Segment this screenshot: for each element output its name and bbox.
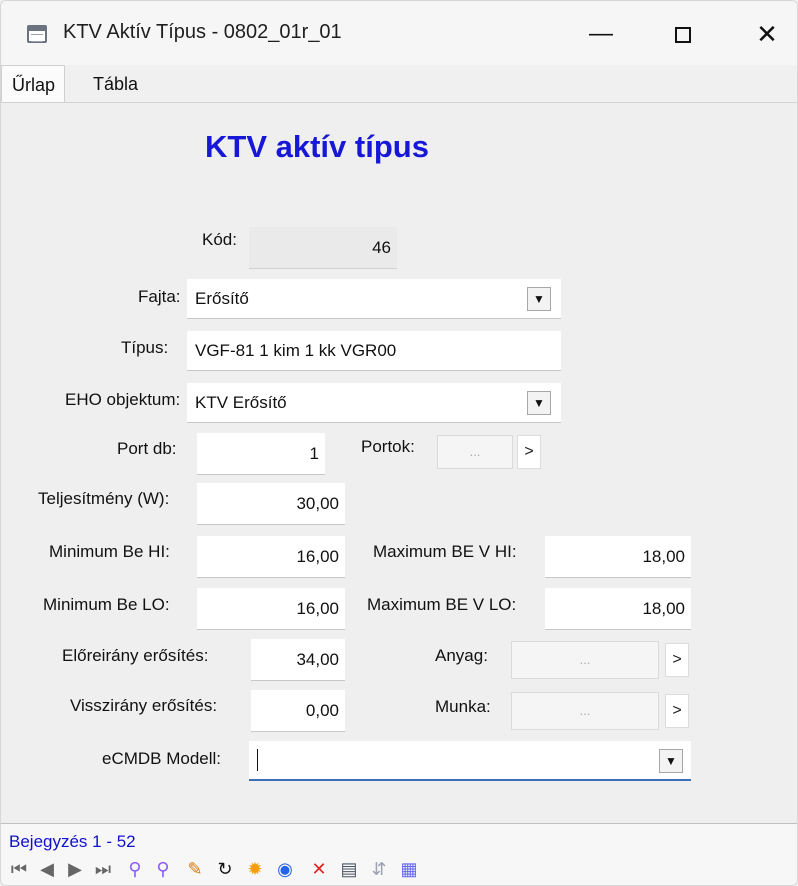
anyag-open-button[interactable]: > [665,643,689,677]
min-be-hi-label: Minimum Be HI: [49,542,170,561]
teljesitmeny-label: Teljesítmény (W): [38,489,170,508]
min-be-lo-input[interactable]: 16,00 [197,588,345,630]
close-button[interactable]: ✕ [747,19,787,49]
teljesitmeny-value: 30,00 [296,494,339,513]
munka-open-button[interactable]: > [665,694,689,728]
max-be-lo-input[interactable]: 18,00 [545,588,691,630]
tipus-label: Típus: [121,338,169,357]
portok-button[interactable]: ... [437,435,513,469]
fajta-select[interactable]: Erősítő ▼ [187,279,561,319]
fajta-dropdown-icon[interactable]: ▼ [527,287,551,311]
max-be-lo-label: Maximum BE V LO: [367,595,517,614]
print-icon[interactable]: ▤ [339,857,359,881]
port-db-label: Port db: [117,439,177,458]
kod-field: 46 [249,227,397,269]
edit-icon[interactable]: ✎ [185,857,205,881]
anyag-label: Anyag: [435,646,488,665]
tab-tabla[interactable]: Tábla [83,65,148,103]
tipus-value: VGF-81 1 kim 1 kk VGR00 [195,341,397,360]
port-db-input[interactable]: 1 [197,433,325,475]
filter-icon[interactable]: ⚲ [153,857,173,881]
portok-open-button[interactable]: > [517,435,541,469]
eho-select[interactable]: KTV Erősítő ▼ [187,383,561,423]
table-app-icon [27,25,47,43]
refresh-icon[interactable]: ↻ [215,857,235,881]
title-bar[interactable]: KTV Aktív Típus - 0802_01r_01 — ✕ [1,1,797,65]
ecmdb-label: eCMDB Modell: [102,749,222,768]
prev-record-icon[interactable]: ◀ [37,857,57,881]
delete-icon[interactable]: ✕ [309,857,329,881]
tab-urlap[interactable]: Űrlap [1,65,65,103]
eloreirany-label: Előreirány erősítés: [62,646,209,665]
visszirany-value: 0,00 [305,701,339,720]
eloreirany-value: 34,00 [296,650,339,669]
max-be-hi-label: Maximum BE V HI: [373,542,517,561]
fajta-label: Fajta: [138,287,181,306]
next-record-icon[interactable]: ▶ [65,857,85,881]
last-record-icon[interactable]: ⏭ [93,857,113,881]
kod-value: 46 [372,238,391,257]
ecmdb-dropdown-icon[interactable]: ▼ [659,749,683,773]
max-be-hi-value: 18,00 [642,547,685,566]
anyag-button[interactable]: ... [511,641,659,679]
visszirany-input[interactable]: 0,00 [251,690,345,732]
maximize-icon [675,26,691,43]
new-record-icon[interactable]: ✹ [245,857,265,881]
navigation-bar: Bejegyzés 1 - 52 ⏮ ◀ ▶ ⏭ ⚲ ⚲ ✎ ↻ ✹ ◉ ✕ ▤ ⇵ ▦ [1,823,797,885]
eho-dropdown-icon[interactable]: ▼ [527,391,551,415]
split-icon[interactable]: ⇵ [369,857,389,881]
table-export-icon[interactable]: ▦ [399,857,419,881]
max-be-hi-input[interactable]: 18,00 [545,536,691,578]
teljesitmeny-input[interactable]: 30,00 [197,483,345,525]
record-count: Bejegyzés 1 - 52 [9,832,136,851]
eho-label: EHO objektum: [65,390,181,409]
munka-label: Munka: [435,697,491,716]
text-caret [257,749,258,771]
fajta-value: Erősítő [195,289,249,308]
minimize-button[interactable]: — [581,19,621,49]
tab-bar: Űrlap Tábla [1,65,797,103]
port-db-value: 1 [309,444,319,463]
min-be-hi-input[interactable]: 16,00 [197,536,345,578]
form-heading: KTV aktív típus [205,129,429,164]
maximize-button[interactable] [663,19,703,49]
visszirany-label: Visszirány erősítés: [70,696,218,715]
min-be-lo-value: 16,00 [296,599,339,618]
web-icon[interactable]: ◉ [275,857,295,881]
eho-value: KTV Erősítő [195,393,287,412]
kod-label: Kód: [202,230,237,249]
first-record-icon[interactable]: ⏮ [9,857,29,881]
munka-button[interactable]: ... [511,692,659,730]
tipus-input[interactable]: VGF-81 1 kim 1 kk VGR00 [187,331,561,371]
app-window: KTV Aktív Típus - 0802_01r_01 — ✕ Űrlap … [0,0,798,886]
min-be-hi-value: 16,00 [296,547,339,566]
portok-label: Portok: [361,437,415,456]
eloreirany-input[interactable]: 34,00 [251,639,345,681]
ecmdb-select[interactable]: ▼ [249,741,691,781]
min-be-lo-label: Minimum Be LO: [43,595,170,614]
window-title: KTV Aktív Típus - 0802_01r_01 [63,21,342,43]
add-filter-icon[interactable]: ⚲ [125,857,145,881]
max-be-lo-value: 18,00 [642,599,685,618]
